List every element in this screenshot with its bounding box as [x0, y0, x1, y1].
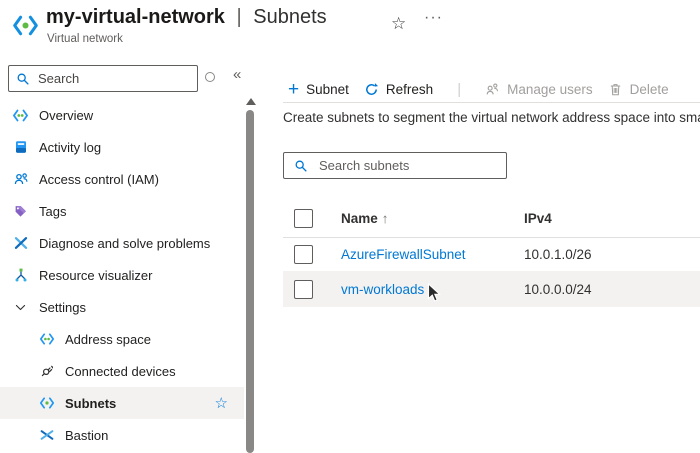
- refresh-button[interactable]: Refresh: [364, 82, 433, 97]
- sidebar-item-label: Tags: [39, 204, 66, 219]
- column-header-name[interactable]: Name ↑: [341, 211, 524, 226]
- circle-icon[interactable]: [205, 72, 215, 82]
- delete-button: Delete: [608, 82, 669, 97]
- sidebar-group-settings[interactable]: Settings: [0, 291, 244, 323]
- collapse-sidebar-icon[interactable]: «: [233, 66, 241, 83]
- sidebar-item-tags[interactable]: Tags: [0, 195, 244, 227]
- activity-log-icon: [12, 139, 29, 156]
- sidebar-item-bastion[interactable]: Bastion: [0, 419, 244, 451]
- sidebar-item-connected-devices[interactable]: Connected devices: [0, 355, 244, 387]
- favorite-star-icon[interactable]: ☆: [391, 14, 406, 34]
- table-header-row: Name ↑ IPv4: [283, 200, 700, 238]
- delete-icon: [608, 82, 623, 97]
- manage-users-button: Manage users: [485, 82, 593, 97]
- row-checkbox[interactable]: [294, 245, 313, 264]
- ipv4-cell: 10.0.1.0/26: [524, 247, 592, 262]
- subnet-link[interactable]: AzureFirewallSubnet: [341, 247, 466, 262]
- sidebar-item-subnets[interactable]: Subnets ☆: [0, 387, 244, 419]
- favorite-star-icon[interactable]: ☆: [215, 394, 228, 412]
- sort-ascending-icon: ↑: [382, 211, 389, 226]
- blade-description: Create subnets to segment the virtual ne…: [283, 110, 700, 125]
- sidebar-item-label: Access control (IAM): [39, 172, 159, 187]
- row-checkbox[interactable]: [294, 280, 313, 299]
- page-title: my-virtual-network | Subnets: [46, 6, 327, 29]
- connected-devices-icon: [38, 363, 55, 380]
- sidebar-item-label: Connected devices: [65, 364, 176, 379]
- sidebar-item-diagnose[interactable]: Diagnose and solve problems: [0, 227, 244, 259]
- refresh-icon: [364, 82, 379, 97]
- address-space-icon: [38, 331, 55, 348]
- title-divider: |: [237, 6, 242, 28]
- sidebar-search-input[interactable]: [36, 70, 197, 87]
- sidebar-item-label: Address space: [65, 332, 151, 347]
- manage-users-icon: [485, 82, 500, 97]
- ipv4-cell: 10.0.0.0/24: [524, 282, 592, 297]
- blade-name: Subnets: [253, 6, 326, 28]
- sidebar-item-overview[interactable]: Overview: [0, 99, 244, 131]
- search-icon: [294, 159, 308, 173]
- virtual-network-icon: [12, 107, 29, 124]
- resource-type-subtitle: Virtual network: [47, 33, 123, 45]
- resource-menu: Overview Activity log Acc: [0, 99, 244, 451]
- search-icon: [16, 72, 30, 86]
- sidebar-item-label: Bastion: [65, 428, 108, 443]
- manage-users-label: Manage users: [507, 82, 593, 97]
- sidebar-scrollbar[interactable]: [246, 110, 254, 453]
- add-subnet-button[interactable]: + Subnet: [288, 80, 349, 99]
- sidebar-item-activity-log[interactable]: Activity log: [0, 131, 244, 163]
- table-row[interactable]: vm-workloads 10.0.0.0/24: [283, 271, 700, 307]
- diagnose-icon: [12, 235, 29, 252]
- toolbar-divider-line: [283, 102, 700, 103]
- access-control-icon: [12, 171, 29, 188]
- sidebar-item-resource-visualizer[interactable]: Resource visualizer: [0, 259, 244, 291]
- sidebar-group-label: Settings: [39, 300, 86, 315]
- sidebar-item-label: Activity log: [39, 140, 101, 155]
- column-header-ipv4: IPv4: [524, 211, 552, 226]
- sidebar-item-access-control[interactable]: Access control (IAM): [0, 163, 244, 195]
- bastion-icon: [38, 427, 55, 444]
- resource-visualizer-icon: [12, 267, 29, 284]
- chevron-down-icon: [12, 299, 29, 316]
- subnet-search-box[interactable]: [283, 152, 507, 179]
- sidebar-item-address-space[interactable]: Address space: [0, 323, 244, 355]
- sidebar-search-box[interactable]: [8, 65, 198, 92]
- scroll-up-arrow[interactable]: [246, 98, 256, 105]
- subnets-icon: [38, 395, 55, 412]
- toolbar-divider: |: [457, 81, 461, 98]
- sidebar-item-label: Subnets: [65, 396, 116, 411]
- table-row[interactable]: AzureFirewallSubnet 10.0.1.0/26: [283, 238, 700, 271]
- sidebar-item-label: Resource visualizer: [39, 268, 152, 283]
- plus-icon: +: [288, 80, 299, 99]
- sidebar-item-label: Overview: [39, 108, 93, 123]
- sidebar-item-label: Diagnose and solve problems: [39, 236, 210, 251]
- tag-icon: [12, 203, 29, 220]
- delete-label: Delete: [630, 82, 669, 97]
- add-subnet-label: Subnet: [306, 82, 349, 97]
- refresh-label: Refresh: [386, 82, 433, 97]
- column-name-label: Name: [341, 211, 378, 226]
- resource-name: my-virtual-network: [46, 6, 225, 28]
- more-options-icon[interactable]: ···: [424, 9, 443, 27]
- select-all-checkbox[interactable]: [294, 209, 313, 228]
- azure-portal-page: my-virtual-network | Subnets ☆ ··· Virtu…: [0, 0, 700, 453]
- subnet-search-input[interactable]: [317, 157, 506, 174]
- subnet-link[interactable]: vm-workloads: [341, 282, 424, 297]
- command-bar: + Subnet Refresh | Manage users: [288, 76, 669, 102]
- virtual-network-icon: [12, 12, 39, 44]
